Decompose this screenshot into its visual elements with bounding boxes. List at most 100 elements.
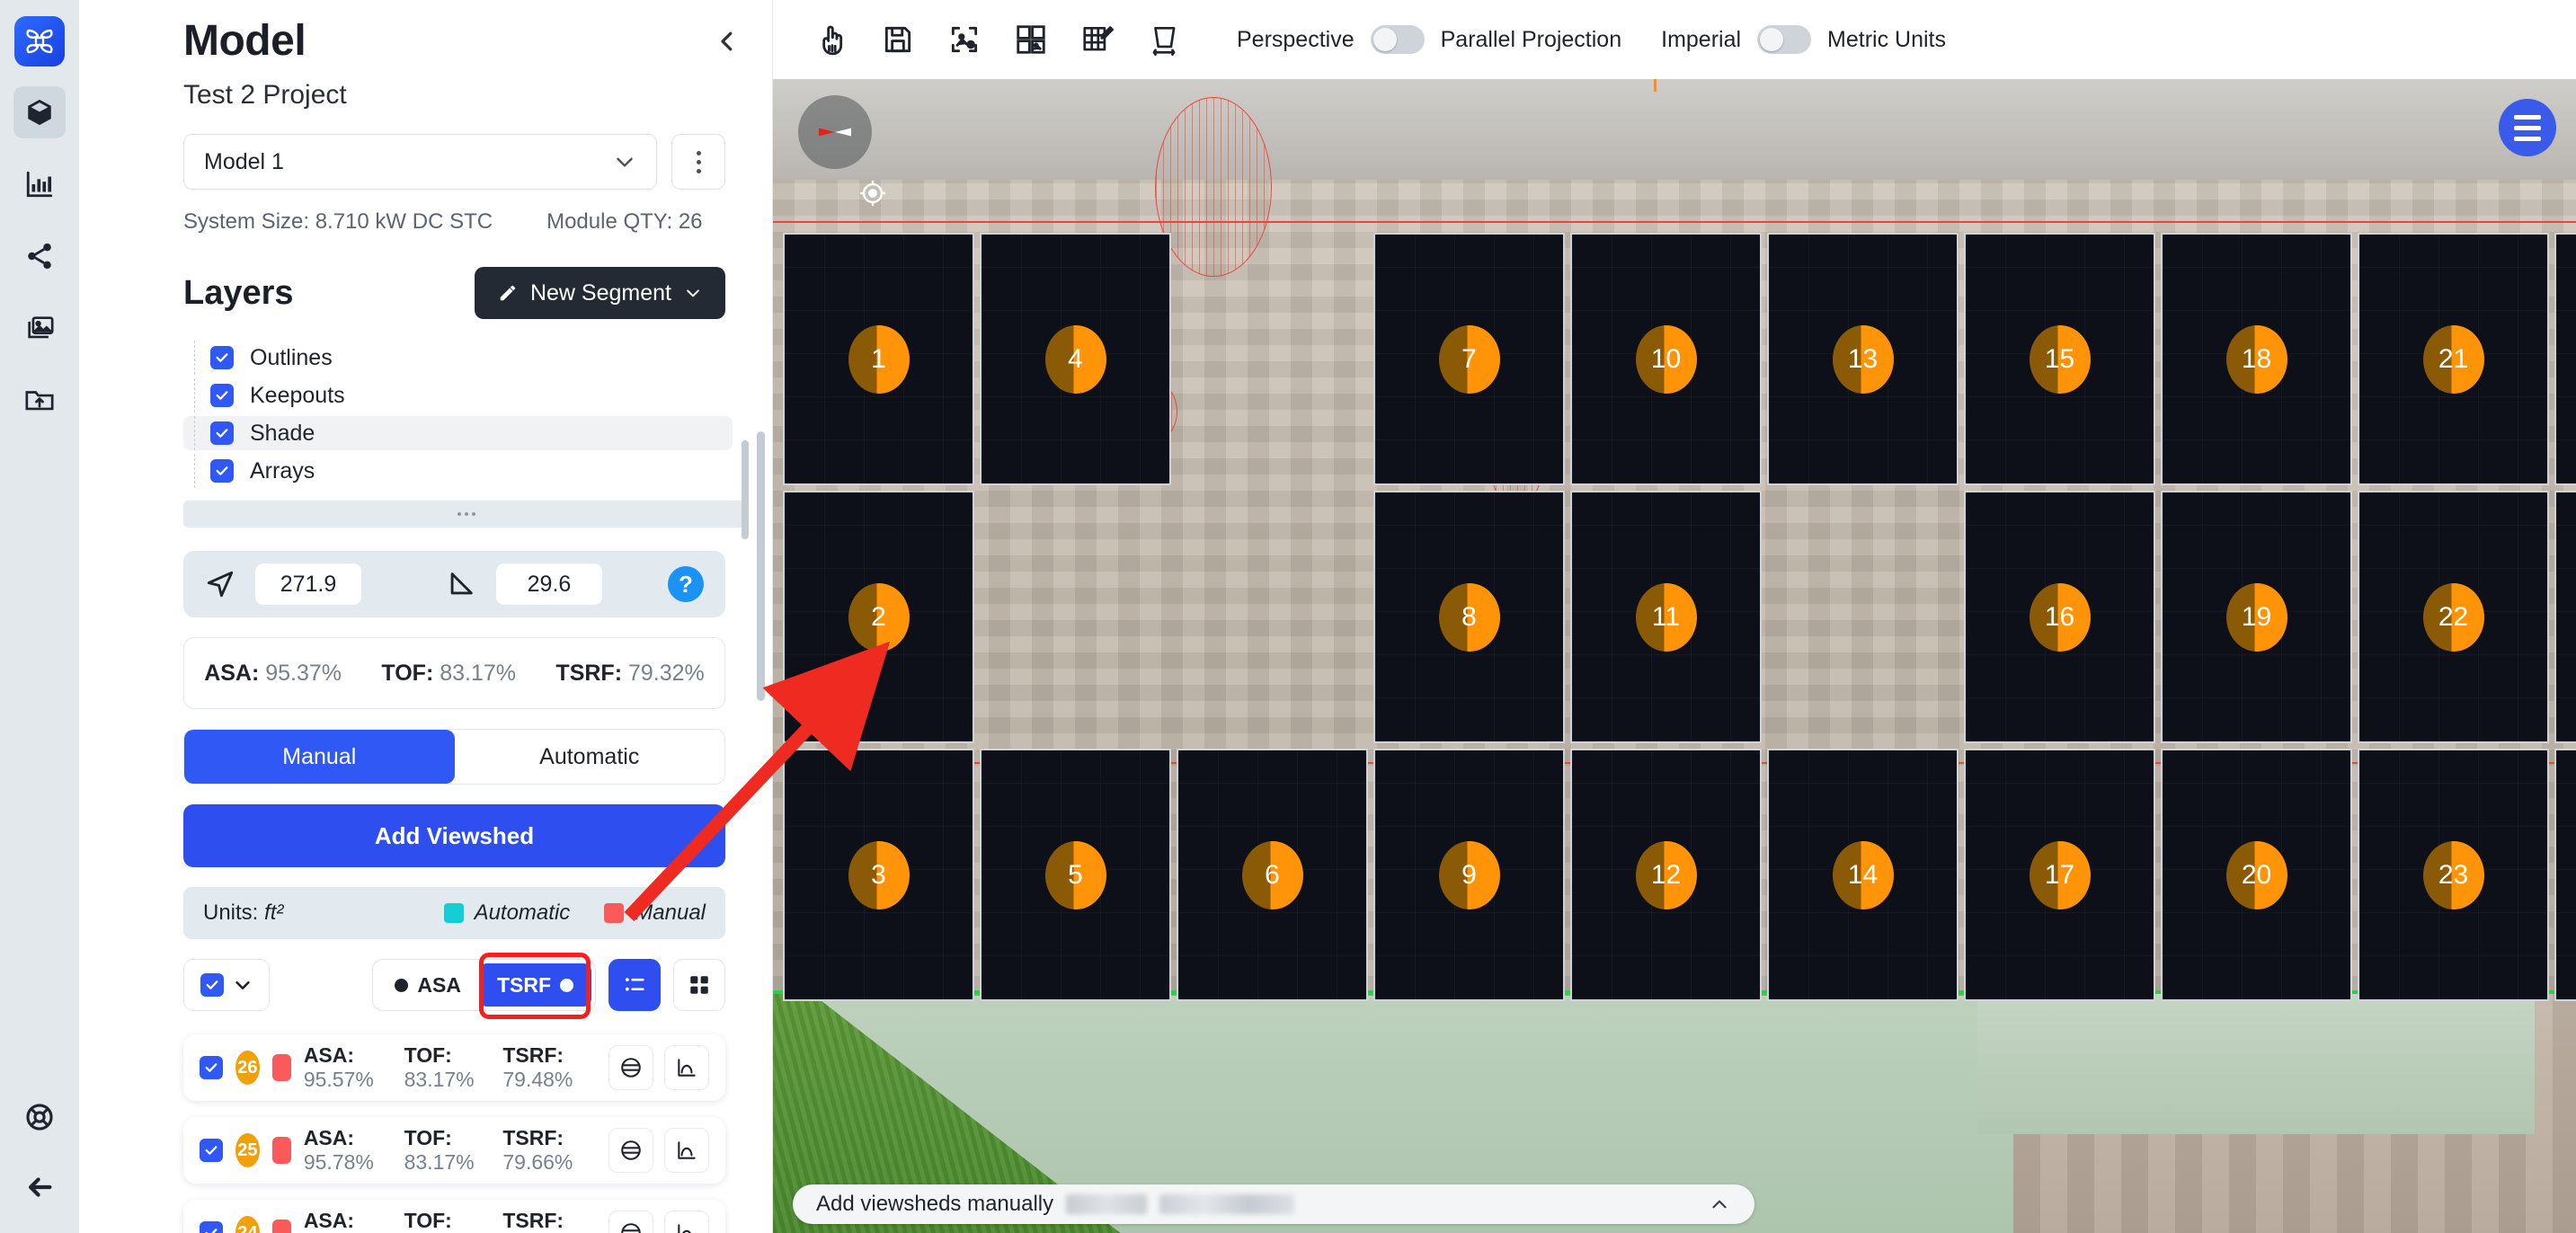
pv-module[interactable]: 9 [1371,746,1568,1004]
module-marker[interactable]: 14 [1832,840,1894,909]
app-logo[interactable] [14,16,65,67]
pv-module[interactable]: 18 [2158,230,2355,488]
pv-module[interactable]: 1 [780,230,977,488]
pv-module[interactable]: 26 [2552,746,2576,1004]
grid-layout-button[interactable] [998,6,1064,73]
panel-collapse-button[interactable] [706,20,749,63]
save-button[interactable] [865,6,931,73]
select-all-checkbox[interactable] [200,973,224,997]
pv-module[interactable]: 14 [1764,746,1961,1004]
sidebar-item-help[interactable] [13,1091,66,1143]
pv-module[interactable]: 4 [977,230,1174,488]
module-marker[interactable]: 9 [1438,840,1500,909]
compass-widget[interactable] [798,95,872,169]
module-marker[interactable]: 13 [1832,324,1894,394]
module-marker[interactable]: 23 [2422,840,2484,909]
sidebar-item-images[interactable] [13,302,66,354]
pv-module[interactable]: 19 [2158,488,2355,746]
module-marker[interactable]: 19 [2225,582,2287,652]
grid-view-button[interactable] [673,959,725,1011]
module-marker[interactable]: 21 [2422,324,2484,394]
skyview-button[interactable] [608,1128,653,1173]
module-marker[interactable]: 4 [1044,324,1106,394]
module-marker[interactable]: 16 [2029,582,2091,652]
pv-module[interactable]: 5 [977,746,1174,1004]
sidebar-item-back[interactable] [13,1161,66,1213]
sidebar-item-share[interactable] [13,230,66,282]
edit-table-button[interactable] [1064,6,1131,73]
azimuth-input[interactable]: 271.9 [255,563,361,605]
tilt-input[interactable]: 29.6 [496,563,602,605]
module-marker[interactable]: 20 [2225,840,2287,909]
layer-row[interactable]: Outlines [183,341,733,375]
export-image-button[interactable] [931,6,998,73]
toggle-tsrf[interactable]: TSRF [478,963,591,1007]
pv-module[interactable]: 16 [1961,488,2158,746]
panel-scrollbar[interactable] [757,431,765,701]
skyview-button[interactable] [608,1045,653,1090]
sidebar-item-upload[interactable] [13,374,66,426]
pv-module[interactable]: 25 [2552,488,2576,746]
status-expand-chevron[interactable] [1708,1193,1731,1216]
module-marker[interactable]: 2 [848,582,910,652]
pv-module[interactable]: 21 [2355,230,2552,488]
pv-module[interactable]: 15 [1961,230,2158,488]
layer-row[interactable]: Shade [183,416,733,450]
list-item[interactable]: 26 ASA: 95.57% TOF: 83.17% TSRF: 79.48% [183,1034,725,1101]
module-marker[interactable]: 6 [1241,840,1303,909]
horizon-chart-button[interactable] [664,1211,709,1233]
pv-module[interactable]: 20 [2158,746,2355,1004]
pv-module[interactable]: 17 [1961,746,2158,1004]
layer-checkbox[interactable] [210,421,234,445]
layer-row[interactable]: Keepouts [183,378,733,412]
panel-resize-handle[interactable] [183,501,749,528]
help-button[interactable]: ? [668,566,704,602]
pv-module[interactable]: 11 [1568,488,1764,746]
horizon-chart-button[interactable] [664,1045,709,1090]
pv-array[interactable]: 1 2 3 4 5 6 7 8 9 10 11 12 13 14 15 16 1… [780,230,2576,1004]
module-marker[interactable]: 5 [1044,840,1106,909]
list-view-button[interactable] [608,959,661,1011]
viewshed-checkbox[interactable] [200,1221,223,1233]
module-marker[interactable]: 7 [1438,324,1500,394]
module-marker[interactable]: 1 [848,324,910,394]
pv-module[interactable]: 10 [1568,230,1764,488]
module-marker[interactable]: 12 [1635,840,1697,909]
tab-manual[interactable]: Manual [184,730,455,784]
module-marker[interactable]: 8 [1438,582,1500,652]
units-toggle[interactable] [1757,25,1812,54]
tab-automatic[interactable]: Automatic [455,730,725,784]
toggle-asa[interactable]: ASA [377,963,479,1007]
pv-module[interactable]: 22 [2355,488,2552,746]
3d-scene[interactable]: 1 2 3 4 5 6 7 8 9 10 11 12 13 14 15 16 1… [773,79,2576,1233]
pv-module[interactable]: 7 [1371,230,1568,488]
viewport-menu-button[interactable] [2499,99,2556,156]
horizon-chart-button[interactable] [664,1128,709,1173]
measure-button[interactable] [1131,6,1197,73]
pv-module[interactable]: 13 [1764,230,1961,488]
module-marker[interactable]: 15 [2029,324,2091,394]
model-select[interactable]: Model 1 [183,134,657,190]
add-viewshed-button[interactable]: Add Viewshed [183,804,725,867]
select-all-dropdown[interactable] [183,959,270,1011]
layer-checkbox[interactable] [210,459,234,483]
pv-module[interactable]: 8 [1371,488,1568,746]
pv-module[interactable]: 6 [1174,746,1371,1004]
pv-module[interactable]: 23 [2355,746,2552,1004]
skyview-button[interactable] [608,1211,653,1233]
module-marker[interactable]: 10 [1635,324,1697,394]
viewshed-checkbox[interactable] [200,1056,223,1079]
sidebar-item-model[interactable] [13,86,66,138]
pv-module[interactable]: 2 [780,488,977,746]
pv-module[interactable]: 12 [1568,746,1764,1004]
list-item[interactable]: 24 ASA: 96.06% TOF: 83.17% TSRF: 79.89% [183,1200,725,1233]
module-marker[interactable]: 3 [848,840,910,909]
module-marker[interactable]: 17 [2029,840,2091,909]
module-marker[interactable]: 22 [2422,582,2484,652]
layers-scrollbar[interactable] [742,440,749,539]
model-options-button[interactable] [671,134,725,190]
sidebar-item-analytics[interactable] [13,158,66,210]
module-marker[interactable]: 18 [2225,324,2287,394]
layer-checkbox[interactable] [210,346,234,369]
pan-hand-button[interactable] [798,6,865,73]
